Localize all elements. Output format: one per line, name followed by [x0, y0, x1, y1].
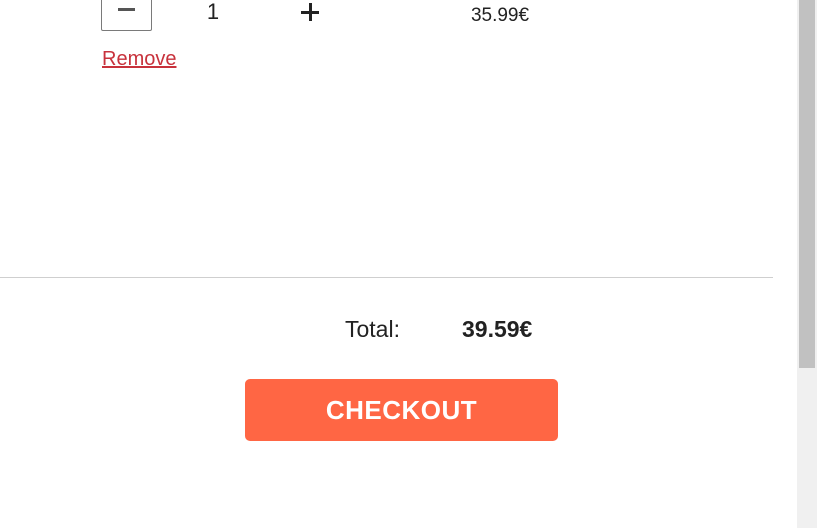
- summary-divider: [0, 277, 773, 278]
- cart-page: 1 35.99€ Remove Total: 39.59€ CHECKOUT: [0, 0, 817, 528]
- total-label: Total:: [345, 316, 400, 342]
- minus-icon: [118, 8, 135, 11]
- item-price: 35.99€: [470, 5, 530, 26]
- remove-item-link[interactable]: Remove: [102, 47, 176, 71]
- increase-quantity-button[interactable]: [296, 0, 324, 26]
- quantity-value: 1: [206, 0, 220, 24]
- decrease-quantity-button[interactable]: [101, 0, 152, 31]
- plus-icon-vertical: [308, 3, 312, 21]
- checkout-button[interactable]: CHECKOUT: [245, 379, 558, 441]
- cart-content: 1 35.99€ Remove Total: 39.59€ CHECKOUT: [0, 0, 797, 528]
- total-value: 39.59€: [462, 316, 533, 342]
- scrollbar-thumb[interactable]: [799, 0, 815, 368]
